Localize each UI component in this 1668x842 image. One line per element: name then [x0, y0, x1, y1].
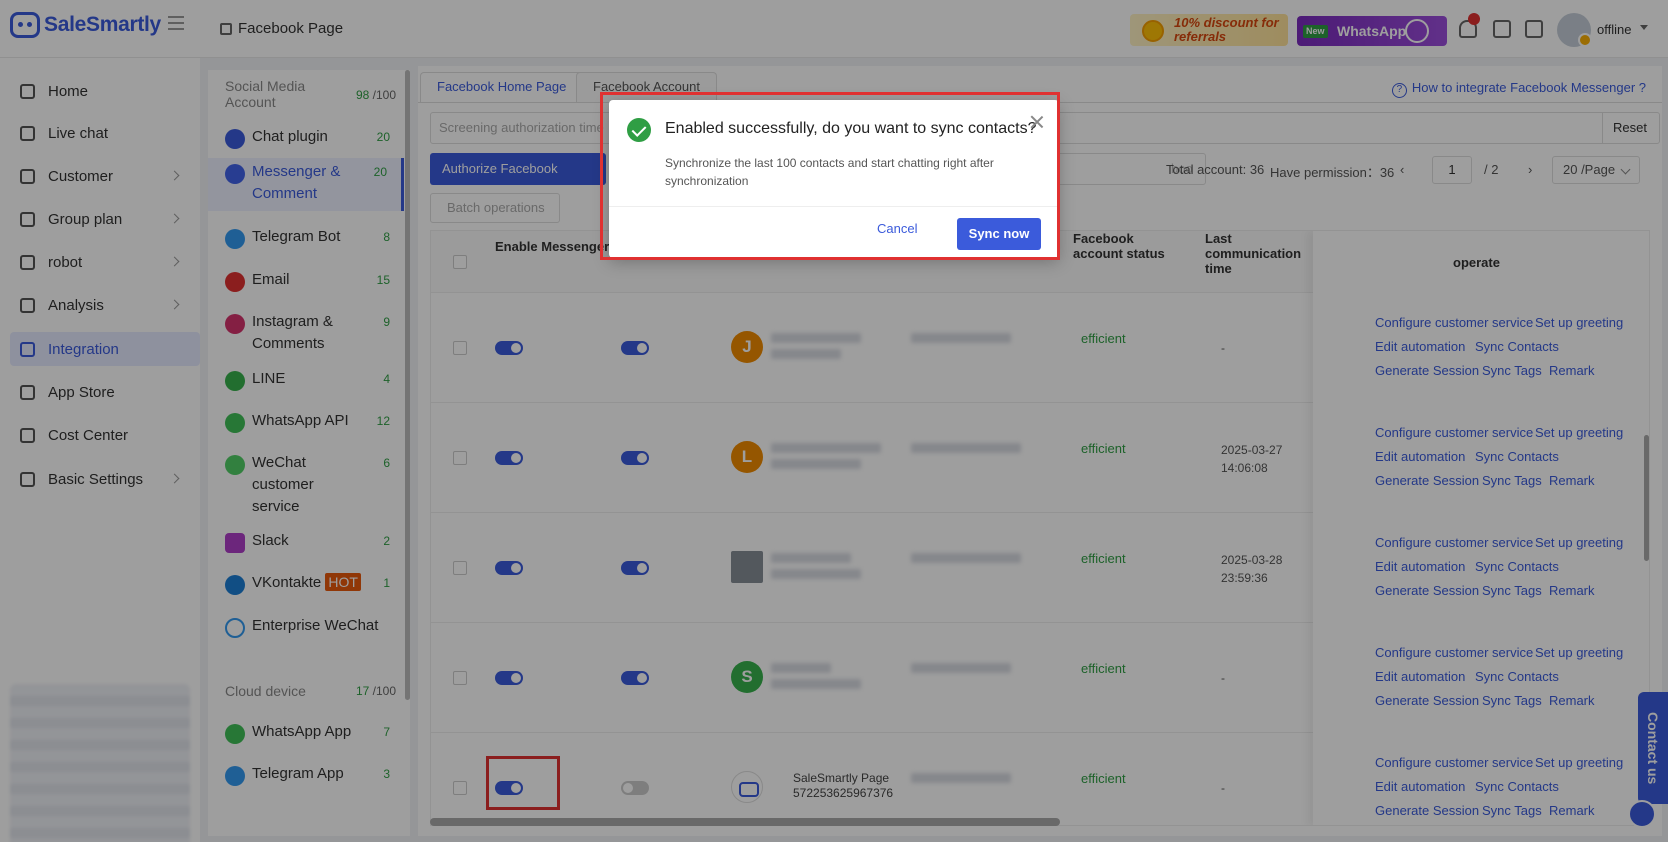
highlight-dialog: [600, 92, 1060, 260]
